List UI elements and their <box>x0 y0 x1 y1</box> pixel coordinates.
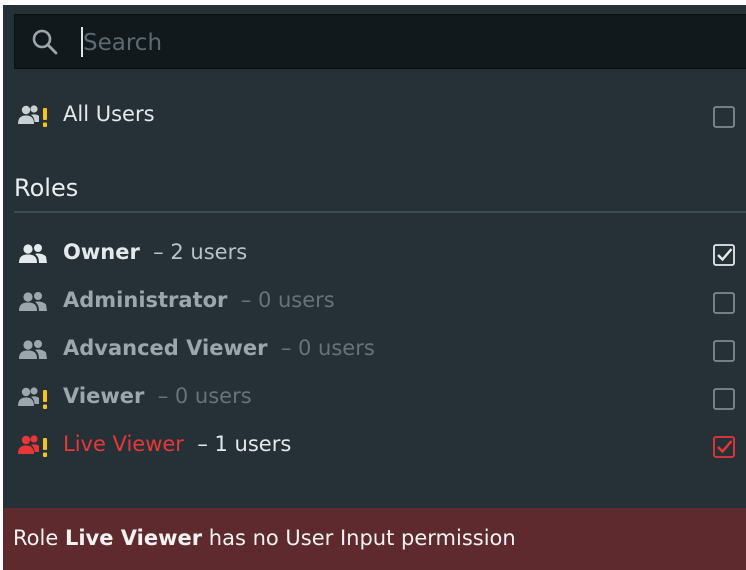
role-label: Advanced Viewer – 0 users <box>63 336 375 360</box>
role-row-administrator[interactable]: Administrator – 0 users <box>3 281 746 325</box>
role-user-count: 0 users <box>174 384 252 408</box>
search-icon <box>32 29 58 55</box>
users-warning-icon <box>18 105 47 127</box>
warning-banner: Role Live Viewer has no User Input permi… <box>3 508 746 570</box>
all-users-label: All Users <box>63 102 155 126</box>
role-checkbox-checked[interactable] <box>713 436 735 458</box>
role-user-count: 1 users <box>214 432 292 456</box>
role-user-count: 0 users <box>298 336 375 360</box>
role-label: Owner – 2 users <box>63 240 248 264</box>
users-warning-icon <box>18 387 47 409</box>
role-row-owner[interactable]: Owner – 2 users <box>3 233 746 277</box>
search-bar <box>14 14 746 69</box>
role-checkbox[interactable] <box>713 292 735 314</box>
users-icon <box>19 244 47 263</box>
role-checkbox-checked[interactable] <box>713 244 735 266</box>
warning-message: Role Live Viewer has no User Input permi… <box>13 526 516 550</box>
all-users-checkbox[interactable] <box>713 106 735 128</box>
role-label: Live Viewer – 1 users <box>63 432 292 456</box>
role-row-viewer[interactable]: Viewer – 0 users <box>3 377 746 421</box>
role-checkbox[interactable] <box>713 340 735 362</box>
warning-role-name: Live Viewer <box>64 526 203 550</box>
role-label: Viewer – 0 users <box>63 384 252 408</box>
role-user-count: 0 users <box>257 288 335 312</box>
all-users-row[interactable]: All Users <box>3 95 746 139</box>
role-row-advanced-viewer[interactable]: Advanced Viewer – 0 users <box>3 329 746 373</box>
role-row-live-viewer[interactable]: Live Viewer – 1 users <box>3 425 746 469</box>
users-icon <box>19 340 47 359</box>
role-checkbox[interactable] <box>713 388 735 410</box>
role-label: Administrator – 0 users <box>63 288 335 312</box>
search-input[interactable] <box>81 23 705 63</box>
roles-divider <box>14 211 746 213</box>
users-warning-icon <box>18 435 47 457</box>
users-icon <box>19 292 47 311</box>
roles-heading: Roles <box>14 174 79 202</box>
roles-picker-panel: All Users Roles Owner – 2 users Administ… <box>3 5 746 570</box>
role-user-count: 2 users <box>170 240 248 264</box>
